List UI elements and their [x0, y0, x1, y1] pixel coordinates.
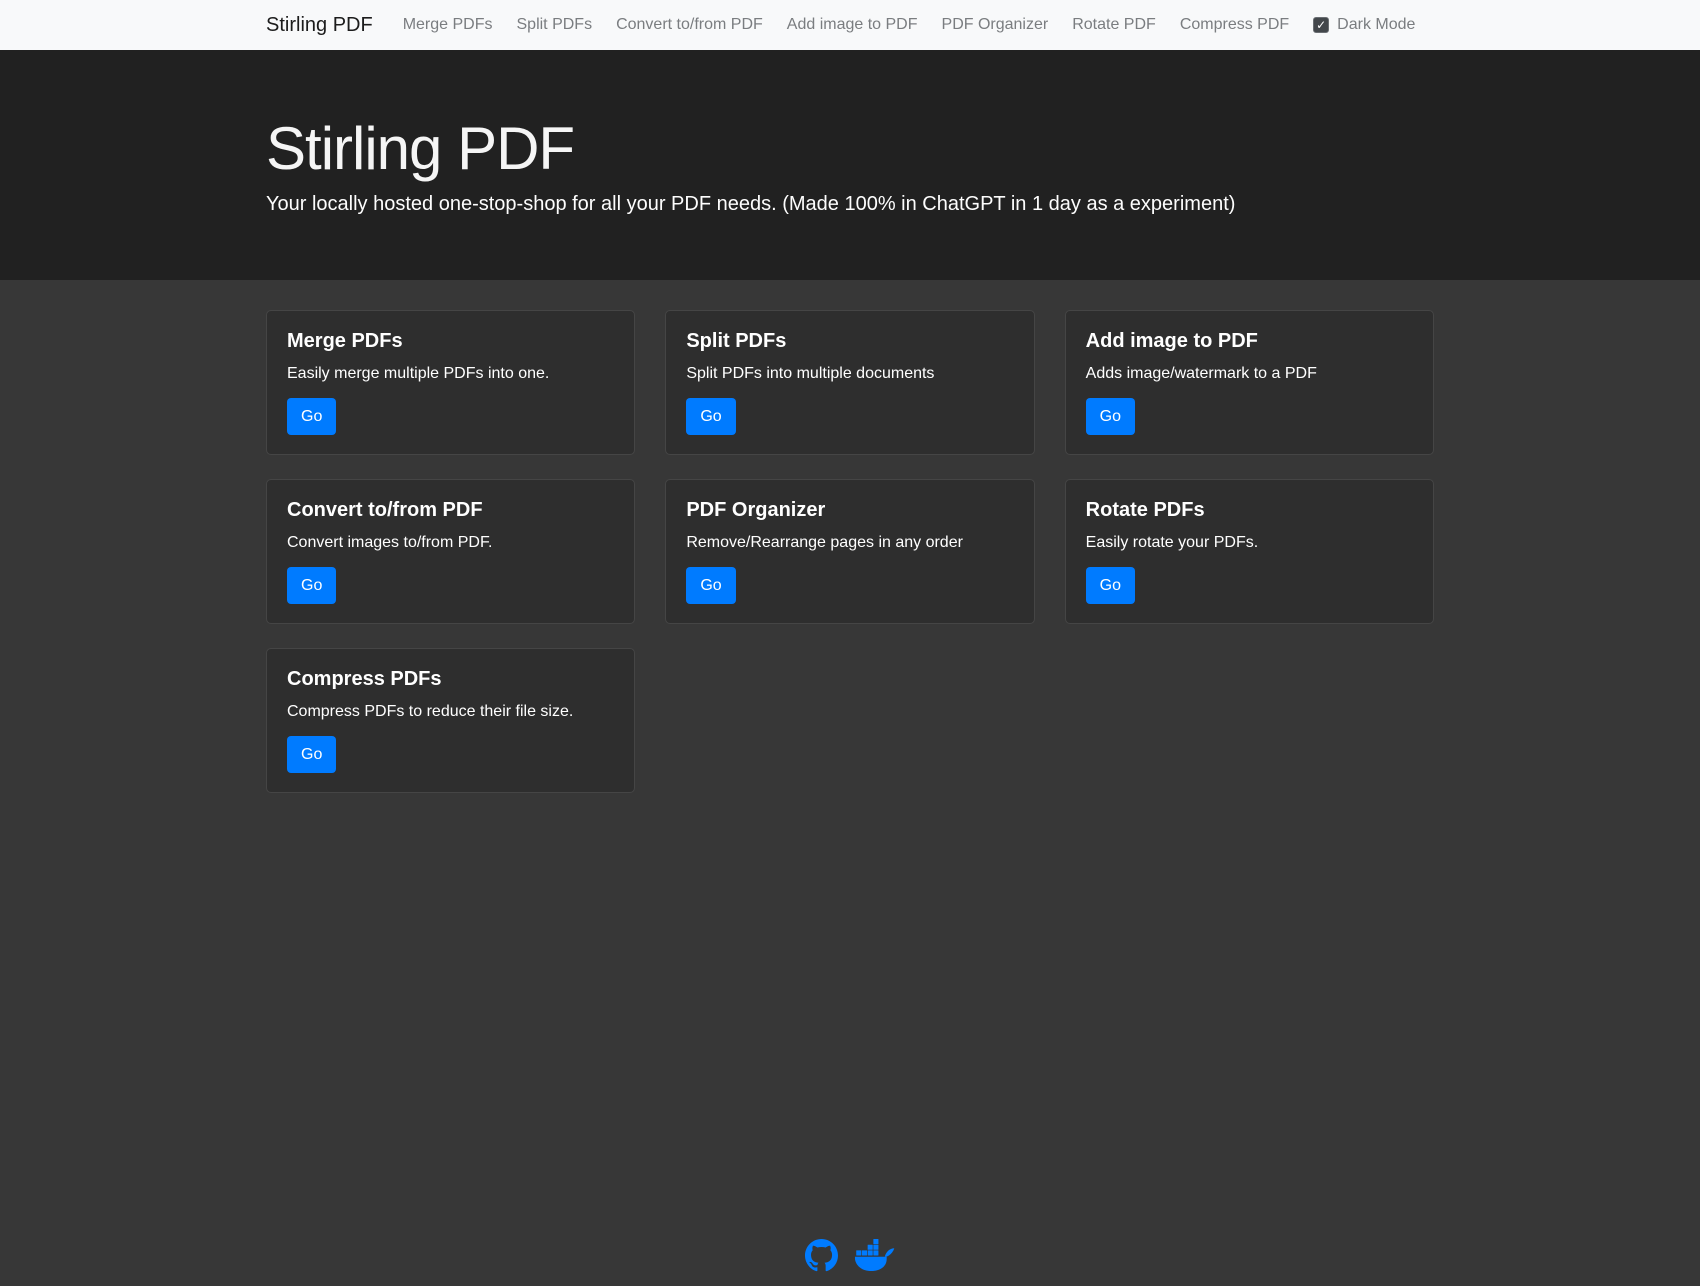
nav-link-add-image[interactable]: Add image to PDF	[775, 16, 930, 34]
nav-link-pdf-organizer[interactable]: PDF Organizer	[930, 16, 1061, 34]
go-button-split-pdfs[interactable]: Go	[686, 398, 735, 435]
card-merge-pdfs: Merge PDFs Easily merge multiple PDFs in…	[266, 310, 635, 455]
go-button-add-image-to-pdf[interactable]: Go	[1086, 398, 1135, 435]
card-title: Compress PDFs	[287, 668, 614, 691]
card-title: Rotate PDFs	[1086, 499, 1413, 522]
go-button-merge-pdfs[interactable]: Go	[287, 398, 336, 435]
card-split-pdfs: Split PDFs Split PDFs into multiple docu…	[665, 310, 1034, 455]
card-pdf-organizer: PDF Organizer Remove/Rearrange pages in …	[665, 479, 1034, 624]
card-title: Merge PDFs	[287, 330, 614, 353]
footer	[0, 1239, 1700, 1286]
dark-mode-checkbox[interactable]: ✓	[1313, 17, 1329, 33]
navbar-brand[interactable]: Stirling PDF	[266, 14, 373, 37]
card-description: Convert images to/from PDF.	[287, 534, 614, 552]
docker-icon[interactable]	[853, 1239, 895, 1272]
card-title: Add image to PDF	[1086, 330, 1413, 353]
dark-mode-toggle[interactable]: ✓ Dark Mode	[1313, 16, 1415, 34]
card-description: Split PDFs into multiple documents	[686, 365, 1013, 383]
card-add-image-to-pdf: Add image to PDF Adds image/watermark to…	[1065, 310, 1434, 455]
card-title: PDF Organizer	[686, 499, 1013, 522]
card-description: Adds image/watermark to a PDF	[1086, 365, 1413, 383]
navbar: Stirling PDF Merge PDFs Split PDFs Conve…	[0, 0, 1700, 50]
nav-links: Merge PDFs Split PDFs Convert to/from PD…	[391, 16, 1416, 34]
card-title: Split PDFs	[686, 330, 1013, 353]
card-description: Easily merge multiple PDFs into one.	[287, 365, 614, 383]
go-button-rotate-pdfs[interactable]: Go	[1086, 567, 1135, 604]
card-compress-pdfs: Compress PDFs Compress PDFs to reduce th…	[266, 648, 635, 793]
card-title: Convert to/from PDF	[287, 499, 614, 522]
page-subtitle: Your locally hosted one-stop-shop for al…	[266, 193, 1434, 216]
nav-link-split-pdfs[interactable]: Split PDFs	[505, 16, 605, 34]
nav-link-merge-pdfs[interactable]: Merge PDFs	[391, 16, 505, 34]
hero-banner: Stirling PDF Your locally hosted one-sto…	[0, 50, 1700, 280]
card-description: Easily rotate your PDFs.	[1086, 534, 1413, 552]
card-rotate-pdfs: Rotate PDFs Easily rotate your PDFs. Go	[1065, 479, 1434, 624]
card-description: Remove/Rearrange pages in any order	[686, 534, 1013, 552]
nav-link-rotate-pdf[interactable]: Rotate PDF	[1060, 16, 1168, 34]
card-description: Compress PDFs to reduce their file size.	[287, 703, 614, 721]
page-title: Stirling PDF	[266, 114, 1434, 183]
go-button-compress-pdfs[interactable]: Go	[287, 736, 336, 773]
main-content: Merge PDFs Easily merge multiple PDFs in…	[0, 280, 1700, 1239]
card-convert-pdf: Convert to/from PDF Convert images to/fr…	[266, 479, 635, 624]
feature-card-grid: Merge PDFs Easily merge multiple PDFs in…	[266, 310, 1434, 793]
go-button-pdf-organizer[interactable]: Go	[686, 567, 735, 604]
go-button-convert-pdf[interactable]: Go	[287, 567, 336, 604]
checkmark-icon: ✓	[1316, 19, 1326, 31]
github-icon[interactable]	[805, 1239, 838, 1272]
nav-link-convert-pdf[interactable]: Convert to/from PDF	[604, 16, 775, 34]
dark-mode-label: Dark Mode	[1337, 16, 1415, 34]
nav-link-compress-pdf[interactable]: Compress PDF	[1168, 16, 1301, 34]
